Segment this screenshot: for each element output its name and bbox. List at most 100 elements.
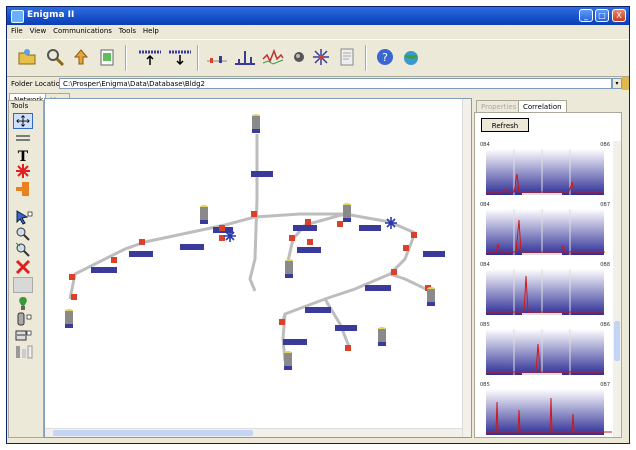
blank-tool-icon[interactable] — [13, 277, 33, 293]
globe-icon[interactable] — [289, 47, 309, 67]
close-button[interactable]: X — [612, 9, 626, 22]
minimize-button[interactable]: _ — [579, 9, 593, 22]
toolbar-separator — [365, 45, 367, 71]
correlation-graph — [486, 269, 604, 315]
sensor-tool-icon[interactable] — [13, 295, 33, 311]
correlation-right-id: 0B6 — [600, 142, 610, 148]
chart-icon[interactable] — [233, 47, 257, 67]
sensor-icon — [284, 351, 292, 370]
star-tool-icon[interactable] — [13, 163, 33, 179]
pipe-node — [69, 274, 75, 280]
menu-view[interactable]: View — [30, 25, 47, 38]
bars-tool-icon[interactable] — [13, 343, 33, 359]
browse-folder-button[interactable] — [622, 77, 629, 90]
correlation-plot[interactable]: 0B5 0B7 — [478, 381, 612, 437]
right-panel: Properties Correlation Refresh 0B4 0B6 0B… — [474, 100, 622, 438]
correlation-right-id: 0B7 — [600, 382, 610, 388]
correlation-plot[interactable]: 0B5 0B6 — [478, 321, 612, 381]
correlation-graph — [486, 149, 604, 195]
correlation-right-id: 0B6 — [600, 322, 610, 328]
correlation-plot[interactable]: 0B4 0B7 — [478, 201, 612, 261]
maximize-button[interactable]: □ — [595, 9, 609, 22]
move-icon[interactable] — [13, 113, 33, 129]
pipe-label-box — [423, 251, 445, 257]
pipe-node — [337, 221, 343, 227]
network-canvas[interactable] — [44, 98, 472, 438]
sensor-up-icon[interactable] — [137, 47, 163, 67]
chevron-down-icon[interactable]: ▾ — [612, 78, 622, 89]
sensor-icon — [252, 114, 260, 133]
menu-help[interactable]: Help — [143, 25, 159, 38]
toolbar: ? — [7, 39, 629, 77]
folder-path-field[interactable]: C:\Prosper\Enigma\Data\Database\Bldg2 — [59, 78, 612, 89]
correlation-graph — [486, 329, 604, 375]
correlation-left-id: 0B4 — [480, 142, 490, 148]
folder-location-row: Folder Location C:\Prosper\Enigma\Data\D… — [7, 77, 629, 92]
menu-communications[interactable]: Communications — [53, 25, 112, 38]
help-icon[interactable]: ? — [375, 47, 395, 67]
svg-text:?: ? — [382, 51, 388, 64]
web-icon[interactable] — [401, 47, 421, 67]
pipe-node — [305, 219, 311, 225]
scroll-thumb[interactable] — [53, 430, 253, 436]
scroll-thumb[interactable] — [614, 321, 620, 361]
correlation-left-id: 0B4 — [480, 202, 490, 208]
junction-star-icon — [385, 217, 397, 229]
pipe-node — [279, 319, 285, 325]
correlation-left-id: 0B5 — [480, 382, 490, 388]
line-tool-icon[interactable] — [13, 131, 33, 147]
pipe-node — [307, 239, 313, 245]
pipe-labels — [91, 171, 445, 345]
tools-header: Tools — [11, 102, 29, 110]
folder-location-label: Folder Location — [11, 80, 65, 88]
sensor-icon — [343, 203, 351, 222]
correlation-pane: Refresh 0B4 0B6 0B4 0B7 0B4 0B8 0B5 0B6 0B5 0… — [474, 112, 622, 438]
zoom-out-icon[interactable] — [13, 241, 33, 257]
correlation-left-id: 0B5 — [480, 322, 490, 328]
network-view-icon[interactable] — [205, 47, 229, 67]
zoom-in-icon[interactable] — [13, 225, 33, 241]
delete-icon[interactable] — [13, 259, 33, 275]
pipe-label-box — [297, 247, 321, 253]
refresh-button[interactable]: Refresh — [481, 118, 529, 132]
upload-icon[interactable] — [71, 47, 91, 67]
menu-bar: File View Communications Tools Help — [7, 25, 629, 38]
correlation-right-id: 0B8 — [600, 262, 610, 268]
pipe-node — [251, 211, 257, 217]
text-tool-icon[interactable]: T — [13, 147, 33, 163]
pipe-node — [391, 269, 397, 275]
page-icon[interactable] — [337, 47, 357, 67]
tools-panel: Tools T — [8, 100, 44, 438]
vertical-scrollbar[interactable] — [462, 99, 471, 437]
correlation-scrollbar[interactable] — [613, 141, 621, 437]
menu-file[interactable]: File — [11, 25, 23, 38]
open-folder-icon[interactable] — [17, 47, 37, 67]
pipe-label-box — [335, 325, 357, 331]
window-title: Enigma II — [27, 10, 75, 20]
menu-tools[interactable]: Tools — [119, 25, 136, 38]
probe-tool-icon[interactable] — [13, 311, 33, 327]
star-network-icon[interactable] — [311, 47, 331, 67]
pointer-icon[interactable] — [13, 209, 33, 225]
pipe-label-box — [251, 171, 273, 177]
title-bar[interactable]: Enigma II _ □ X — [7, 7, 629, 25]
search-icon[interactable] — [45, 47, 65, 67]
pipe-node — [219, 225, 225, 231]
pipe-label-box — [293, 225, 317, 231]
app-icon — [11, 10, 24, 23]
correlation-plot[interactable]: 0B4 0B8 — [478, 261, 612, 321]
connector-icon[interactable] — [13, 181, 33, 197]
pipe-node — [289, 235, 295, 241]
correlation-list: 0B4 0B6 0B4 0B7 0B4 0B8 0B5 0B6 0B5 0B7 — [478, 141, 612, 437]
document-icon[interactable] — [97, 47, 117, 67]
correlation-plot[interactable]: 0B4 0B6 — [478, 141, 612, 201]
sensor-down-icon[interactable] — [167, 47, 193, 67]
sensor-icon — [285, 259, 293, 278]
correlation-left-id: 0B4 — [480, 262, 490, 268]
logger-tool-icon[interactable] — [13, 327, 33, 343]
svg-text:T: T — [18, 149, 29, 163]
waveform-icon[interactable] — [261, 47, 285, 67]
horizontal-scrollbar[interactable] — [45, 428, 471, 437]
pipe-node — [111, 257, 117, 263]
correlation-graph — [486, 209, 605, 255]
